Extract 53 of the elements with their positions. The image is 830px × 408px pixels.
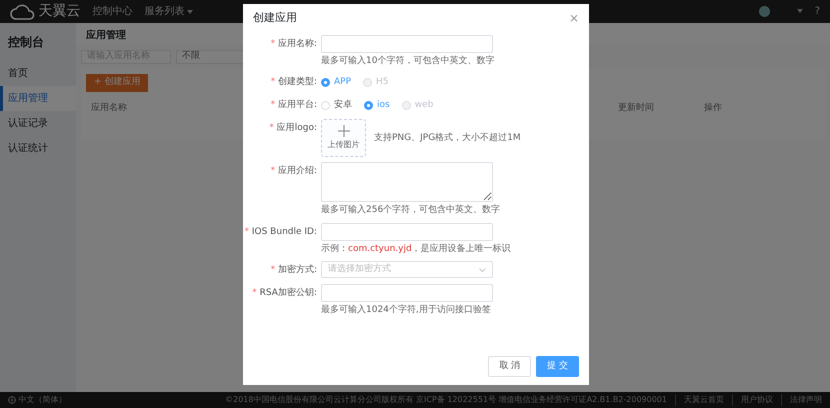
field-label: * 应用logo: — [268, 122, 318, 135]
radio-option[interactable]: ios — [364, 96, 390, 114]
field-label: * 加密方式: — [270, 264, 318, 277]
select-field[interactable]: 请选择加密方式 — [321, 261, 493, 278]
field-label: * 创建类型: — [270, 76, 318, 89]
sidebar-item[interactable]: 首页 — [0, 61, 76, 86]
sidebar-title: 控制台 — [6, 34, 45, 51]
nav-link[interactable]: 控制中心 — [92, 4, 132, 19]
field-label: * IOS Bundle ID: — [244, 226, 318, 238]
language-link[interactable]: 中文（简体） — [18, 394, 66, 406]
sidebar-item[interactable]: 认证统计 — [0, 136, 76, 161]
field-label: * 应用介绍: — [270, 164, 318, 178]
hint-text: 示例：com.ctyun.yjd，是应用设备上唯一标识 — [321, 242, 512, 256]
globe-icon — [8, 396, 16, 404]
chevron-icon — [479, 268, 486, 272]
textarea-field[interactable] — [321, 162, 493, 202]
hint-text: 最多可输入1024个字符,用于访问接口验签 — [321, 304, 492, 317]
field-label: * 应用平台: — [270, 98, 318, 112]
text-input[interactable] — [321, 34, 493, 52]
filter-select[interactable]: 不限 — [176, 50, 246, 64]
caret-icon — [187, 10, 193, 14]
cancel-button[interactable]: 取 消 — [488, 356, 532, 377]
hint-text: 最多可输入256个字符，可包含中英文、数字 — [321, 204, 502, 217]
cloud-logo-icon — [10, 4, 36, 20]
create-button[interactable]: + 创建应用 — [86, 74, 148, 92]
nav-link[interactable]: 服务列表 — [144, 4, 193, 19]
radio-option[interactable]: APP — [321, 73, 352, 91]
radio-option[interactable]: 安卓 — [321, 96, 352, 114]
radio-option: web — [402, 96, 434, 114]
footer-link[interactable]: 天翼云首页 — [675, 394, 724, 406]
text-input[interactable] — [321, 222, 493, 240]
close-button[interactable]: × — [568, 12, 579, 24]
sidebar-item[interactable]: 应用管理 — [0, 86, 76, 111]
upload-button[interactable]: 上传图片 — [321, 119, 366, 157]
footer-link[interactable]: 法律声明 — [781, 394, 822, 406]
column-header: 更新时间 — [618, 102, 654, 112]
help-icon[interactable]: ? — [814, 4, 820, 19]
plus-icon — [338, 124, 350, 137]
dialog-title: 创建应用 — [253, 10, 297, 26]
column-header: 应用名称 — [91, 102, 127, 112]
hint-text: 最多可输入10个字符，可包含中英文、数字 — [321, 54, 496, 68]
submit-button[interactable]: 提 交 — [536, 356, 579, 377]
logo-text: 天翼云 — [38, 2, 80, 21]
field-label: * RSA加密公钥: — [251, 286, 318, 300]
text-input[interactable] — [321, 284, 493, 302]
sidebar-item[interactable]: 认证记录 — [0, 111, 76, 136]
avatar-icon[interactable] — [758, 6, 770, 17]
copyright-text: ©2018中国电信股份有限公司云计算分公司版权所有 京ICP备 12022551号 增值电信业务经营许可证A2.B1.B2-20090001 — [225, 394, 667, 406]
column-header: 操作 — [704, 102, 722, 112]
caret-icon — [796, 9, 803, 14]
radio-option: H5 — [363, 73, 389, 91]
upload-note: 支持PNG、JPG格式，大小不超过1M — [374, 132, 521, 146]
footer-link[interactable]: 用户协议 — [732, 394, 773, 406]
